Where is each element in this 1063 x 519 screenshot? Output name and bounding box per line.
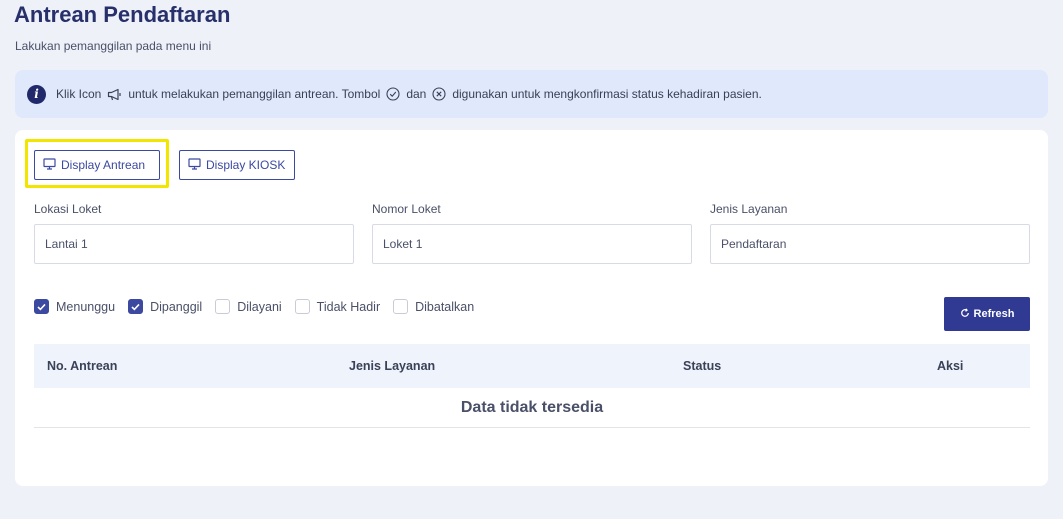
info-alert: i Klik Icon untuk melakukan pemanggilan …	[15, 70, 1048, 118]
filter-dilayani[interactable]: Dilayani	[215, 299, 282, 314]
monitor-icon	[188, 157, 201, 173]
jenis-layanan-label: Jenis Layanan	[710, 202, 788, 216]
checkbox-checked[interactable]	[128, 299, 144, 314]
empty-table-message: Data tidak tersedia	[34, 388, 1030, 428]
display-kiosk-button[interactable]: Display KIOSK	[179, 150, 295, 180]
status-filters: Menunggu Dipanggil Dilayani Tidak Hadir …	[34, 299, 487, 314]
queue-card: Display Antrean Display KIOSK Lokasi Lok…	[15, 130, 1048, 486]
info-text-2: untuk melakukan pemanggilan antrean. Tom…	[128, 87, 381, 101]
lokasi-loket-label: Lokasi Loket	[34, 202, 102, 216]
display-antrean-button[interactable]: Display Antrean	[34, 150, 160, 180]
info-icon: i	[27, 84, 46, 104]
column-header: Status	[683, 359, 722, 373]
nomor-loket-label: Nomor Loket	[372, 202, 441, 216]
info-text-3: dan	[406, 87, 427, 101]
refresh-label: Refresh	[973, 308, 1015, 320]
info-text-1: Klik Icon	[56, 87, 102, 101]
column-header: No. Antrean	[47, 359, 118, 373]
page-subtitle: Lakukan pemanggilan pada menu ini	[15, 39, 212, 53]
column-header: Aksi	[937, 359, 964, 373]
nomor-loket-field[interactable]	[372, 224, 692, 264]
info-text-4: digunakan untuk mengkonfirmasi status ke…	[452, 87, 762, 101]
filter-label: Menunggu	[56, 299, 116, 314]
checkbox-checked[interactable]	[34, 299, 49, 314]
filter-label: Dibatalkan	[415, 299, 475, 314]
megaphone-icon	[107, 88, 122, 101]
lokasi-loket-field[interactable]	[34, 224, 354, 264]
refresh-button[interactable]: Refresh	[944, 297, 1030, 331]
filter-label: Dipanggil	[150, 299, 203, 314]
filter-dipanggil[interactable]: Dipanggil	[128, 299, 202, 314]
jenis-layanan-field[interactable]	[710, 224, 1030, 264]
x-circle-icon	[432, 87, 446, 101]
filter-dibatalkan[interactable]: Dibatalkan	[393, 299, 474, 314]
page-title: Antrean Pendaftaran	[14, 2, 231, 27]
checkbox-unchecked[interactable]	[294, 299, 310, 314]
display-antrean-label: Display Antrean	[61, 158, 146, 172]
refresh-icon	[960, 307, 970, 321]
display-kiosk-label: Display KIOSK	[206, 158, 286, 172]
filter-label: Dilayani	[237, 299, 282, 314]
checkbox-unchecked[interactable]	[215, 299, 231, 314]
filter-tidak-hadir[interactable]: Tidak Hadir	[294, 299, 381, 314]
filter-menunggu[interactable]: Menunggu	[34, 299, 115, 314]
checkbox-unchecked[interactable]	[393, 299, 409, 314]
monitor-icon	[43, 157, 56, 173]
table-header: No. Antrean Jenis Layanan Status Aksi	[34, 344, 1030, 388]
check-circle-icon	[386, 87, 400, 101]
column-header: Jenis Layanan	[349, 359, 436, 373]
filter-label: Tidak Hadir	[316, 299, 381, 314]
